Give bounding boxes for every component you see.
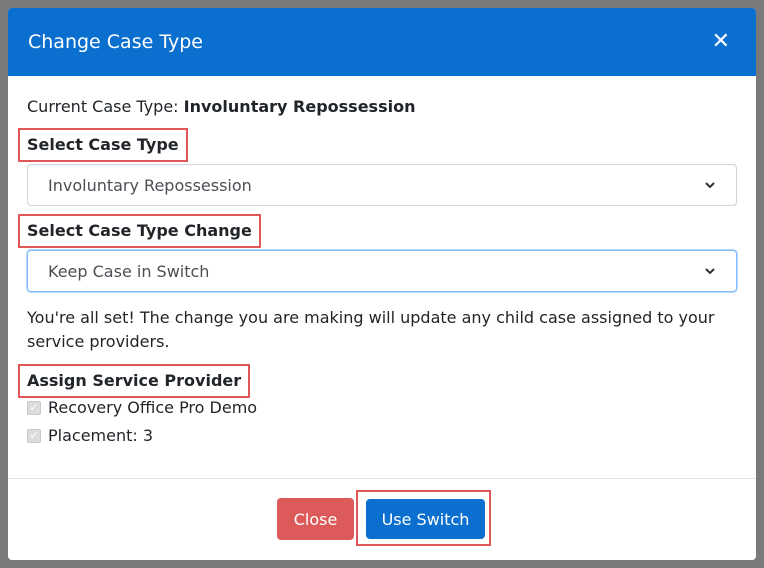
select-case-type-change-label: Select Case Type Change [18,214,261,248]
current-case-type-value: Involuntary Repossession [183,97,416,116]
close-icon[interactable]: ✕ [706,29,736,55]
case-type-select[interactable]: Involuntary Repossession [27,164,737,206]
current-case-type: Current Case Type: Involuntary Repossess… [27,97,415,116]
checkbox[interactable]: ✓ [27,428,41,443]
case-type-select-value: Involuntary Repossession [48,175,252,195]
use-switch-button[interactable]: Use Switch [366,499,485,539]
case-type-change-select-value: Keep Case in Switch [48,261,210,281]
close-button[interactable]: Close [277,498,354,540]
service-provider-label: Placement: 3 [48,426,154,445]
current-case-type-label: Current Case Type: [27,97,179,116]
assign-service-provider-label: Assign Service Provider [18,364,251,398]
chevron-down-icon [705,268,715,275]
select-case-type-label: Select Case Type [18,128,188,162]
case-type-change-select[interactable]: Keep Case in Switch [27,250,737,292]
modal-title: Change Case Type [28,31,203,53]
service-provider-option[interactable]: ✓ Recovery Office Pro Demo [27,398,257,417]
info-message: You're all set! The change you are makin… [27,308,715,351]
footer-divider [8,478,756,479]
modal-header: Change Case Type ✕ [8,8,756,76]
service-provider-option[interactable]: ✓ Placement: 3 [27,426,153,445]
service-provider-label: Recovery Office Pro Demo [48,398,258,417]
checkbox[interactable]: ✓ [27,400,41,415]
chevron-down-icon [705,182,715,189]
change-case-type-modal: Change Case Type ✕ Current Case Type: In… [8,8,756,560]
